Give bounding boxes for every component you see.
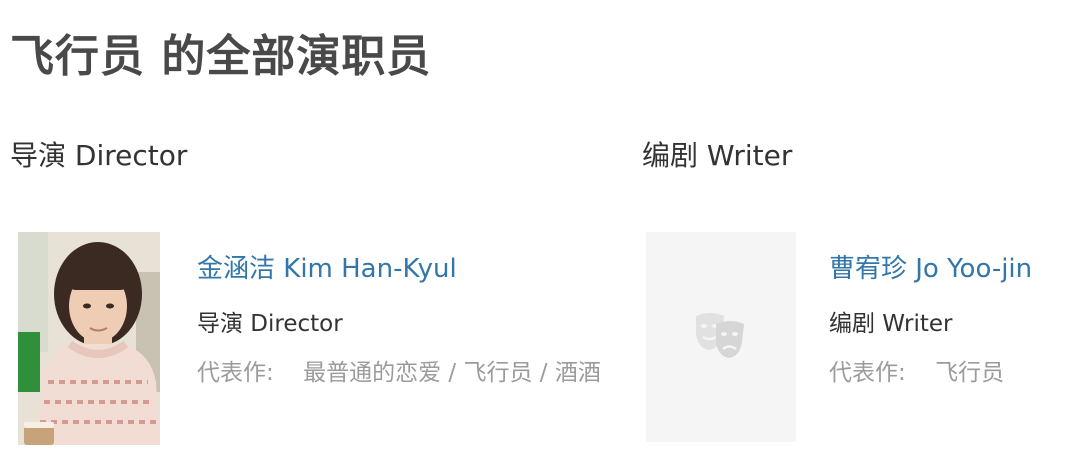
works-label: 代表作: [829, 360, 906, 386]
work-separator: / [539, 360, 555, 386]
representative-works: 代表作: 最普通的恋爱 / 飞行员 / 酒酒 [197, 353, 601, 387]
work-link[interactable]: 酒酒 [555, 360, 601, 386]
person-name-link[interactable]: 金涵洁 Kim Han-Kyul [197, 248, 457, 285]
portrait-image [18, 232, 160, 445]
works-label: 代表作: [197, 360, 274, 386]
section-heading-director: 导演 Director [10, 139, 188, 172]
representative-works: 代表作: 飞行员 [829, 353, 1004, 387]
page-title: 飞行员 的全部演职员 [10, 31, 432, 82]
work-link[interactable]: 最普通的恋爱 [303, 360, 441, 386]
work-link[interactable]: 飞行员 [463, 360, 532, 386]
person-photo-kim-han-kyul[interactable] [18, 232, 160, 445]
person-photo-placeholder[interactable] [646, 232, 796, 442]
section-heading-writer: 编剧 Writer [642, 139, 793, 172]
work-separator: / [448, 360, 464, 386]
person-role: 编剧 Writer [829, 311, 953, 337]
person-role: 导演 Director [197, 311, 343, 337]
theater-masks-icon [696, 313, 744, 358]
work-link[interactable]: 飞行员 [935, 360, 1004, 386]
person-name-link[interactable]: 曹宥珍 Jo Yoo-jin [829, 248, 1032, 285]
